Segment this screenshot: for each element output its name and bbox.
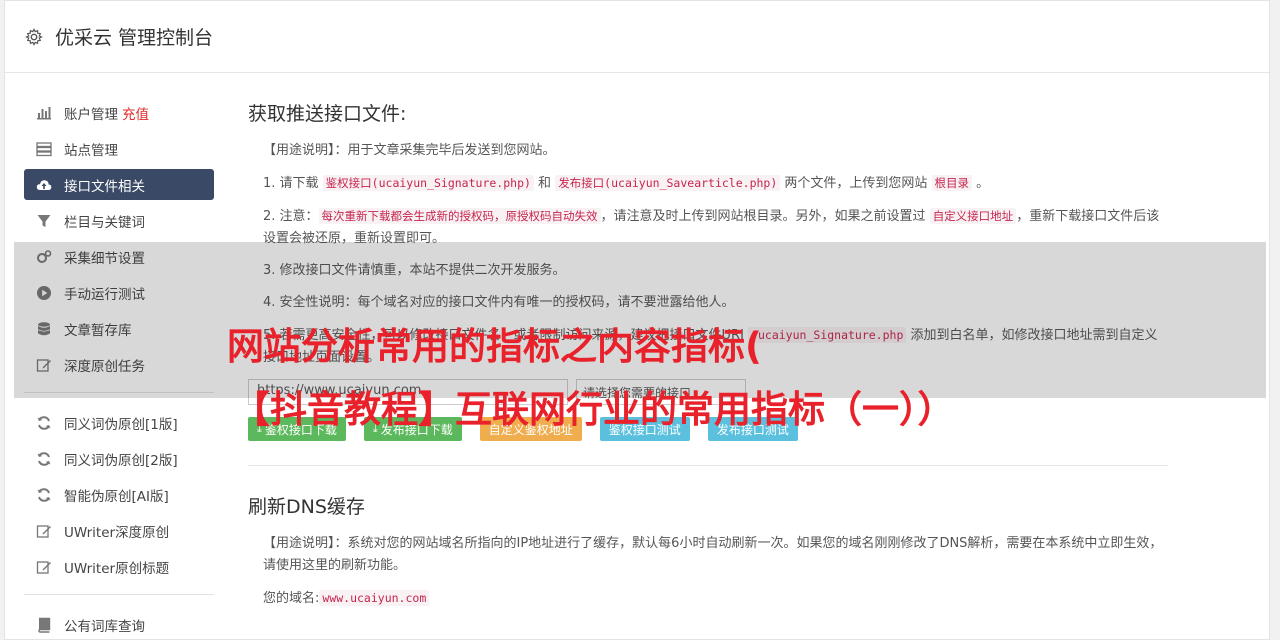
sidebar-item-uwriter-deep[interactable]: UWriter深度原创 bbox=[24, 515, 214, 546]
sidebar-item-synonym-v2[interactable]: 同义词伪原创[2版] bbox=[24, 443, 214, 474]
regenerate-warning-code: 每次重新下载都会生成新的授权码，原授权码自动失效 bbox=[318, 208, 601, 224]
auth-interface-code: 鉴权接口(ucaiyun_Signature.php) bbox=[322, 175, 534, 191]
edit-icon bbox=[36, 524, 51, 538]
sidebar-item-label: 同义词伪原创[2版] bbox=[64, 452, 178, 469]
dns-usage-note: 【用途说明】：系统对您的网站域名所指向的IP地址进行了缓存，默认每6小时自动刷新… bbox=[263, 536, 1163, 573]
step-text: 。 bbox=[972, 176, 990, 191]
step-text: 1. 请下载 bbox=[263, 176, 323, 191]
header-bar: 优采云 管理控制台 bbox=[5, 1, 1269, 73]
sidebar-item-label: 站点管理 bbox=[64, 142, 118, 159]
usage-note: 【用途说明】：用于文章采集完毕后发送到您网站。 bbox=[263, 143, 556, 158]
sidebar-item-label: 栏目与关键词 bbox=[64, 214, 145, 231]
app-title: 优采云 管理控制台 bbox=[55, 27, 214, 49]
sidebar-divider bbox=[24, 594, 214, 595]
sidebar-item-ai-rewrite[interactable]: 智能伪原创[AI版] bbox=[24, 479, 214, 510]
server-icon bbox=[36, 141, 52, 156]
domain-label: 您的域名: bbox=[263, 591, 320, 606]
section-title-push-files: 获取推送接口文件: bbox=[248, 103, 407, 125]
edit-icon bbox=[36, 560, 51, 574]
sidebar-item-interface-files[interactable]: 接口文件相关 bbox=[24, 169, 214, 200]
sidebar-item-public-thesaurus[interactable]: 公有词库查询 bbox=[24, 609, 214, 640]
sidebar-item-label: UWriter深度原创 bbox=[64, 524, 170, 541]
section-title-dns: 刷新DNS缓存 bbox=[248, 496, 365, 518]
domain-row: 您的域名: www.ucaiyun.com bbox=[263, 587, 1168, 610]
sidebar-item-label: 同义词伪原创[1版] bbox=[64, 416, 178, 433]
sidebar-item-label: UWriter原创标题 bbox=[64, 560, 170, 577]
step-text: 两个文件，上传到您网站 bbox=[780, 176, 932, 191]
root-dir-code: 根目录 bbox=[931, 175, 973, 191]
sidebar-item-columns-keywords[interactable]: 栏目与关键词 bbox=[24, 205, 214, 236]
step-text: ，请注意及时上传到网站根目录。另外，如果之前设置过 bbox=[600, 209, 930, 224]
sidebar-item-label: 接口文件相关 bbox=[64, 178, 145, 195]
refresh-icon bbox=[37, 451, 51, 466]
refresh-icon bbox=[37, 415, 51, 430]
watermark-overlay-band bbox=[14, 242, 1266, 398]
section-divider bbox=[248, 465, 1168, 466]
sidebar-item-label: 公有词库查询 bbox=[64, 618, 145, 635]
sidebar-item-account[interactable]: 账户管理 充值 bbox=[24, 97, 214, 128]
overlay-title-line-2: 【抖音教程】互联网行业的常用指标（一）） bbox=[233, 388, 955, 431]
gear-icon bbox=[25, 27, 43, 46]
custom-url-code: 自定义接口地址 bbox=[929, 208, 1017, 224]
overlay-title-line-1: 网站分析常用的指标之内容指标( bbox=[227, 325, 762, 368]
sidebar-item-label: 智能伪原创[AI版] bbox=[64, 488, 169, 505]
publish-interface-code: 发布接口(ucaiyun_Savearticle.php) bbox=[555, 175, 781, 191]
recharge-link[interactable]: 充值 bbox=[122, 103, 149, 123]
step-text: 2. 注意： bbox=[263, 209, 319, 224]
step-1: 1. 请下载 鉴权接口(ucaiyun_Signature.php) 和 发布接… bbox=[263, 172, 1168, 195]
sidebar-item-synonym-v1[interactable]: 同义词伪原创[1版] bbox=[24, 407, 214, 438]
book-icon bbox=[38, 617, 51, 633]
sidebar-item-sites[interactable]: 站点管理 bbox=[24, 133, 214, 164]
filter-icon bbox=[37, 214, 51, 227]
bar-chart-icon bbox=[37, 106, 51, 119]
sidebar-item-label: 账户管理 bbox=[64, 106, 118, 123]
cloud-upload-icon bbox=[36, 179, 52, 190]
step-text: 和 bbox=[533, 176, 556, 191]
domain-value: www.ucaiyun.com bbox=[319, 590, 430, 606]
sidebar-item-uwriter-title[interactable]: UWriter原创标题 bbox=[24, 551, 214, 582]
refresh-icon bbox=[37, 487, 51, 502]
